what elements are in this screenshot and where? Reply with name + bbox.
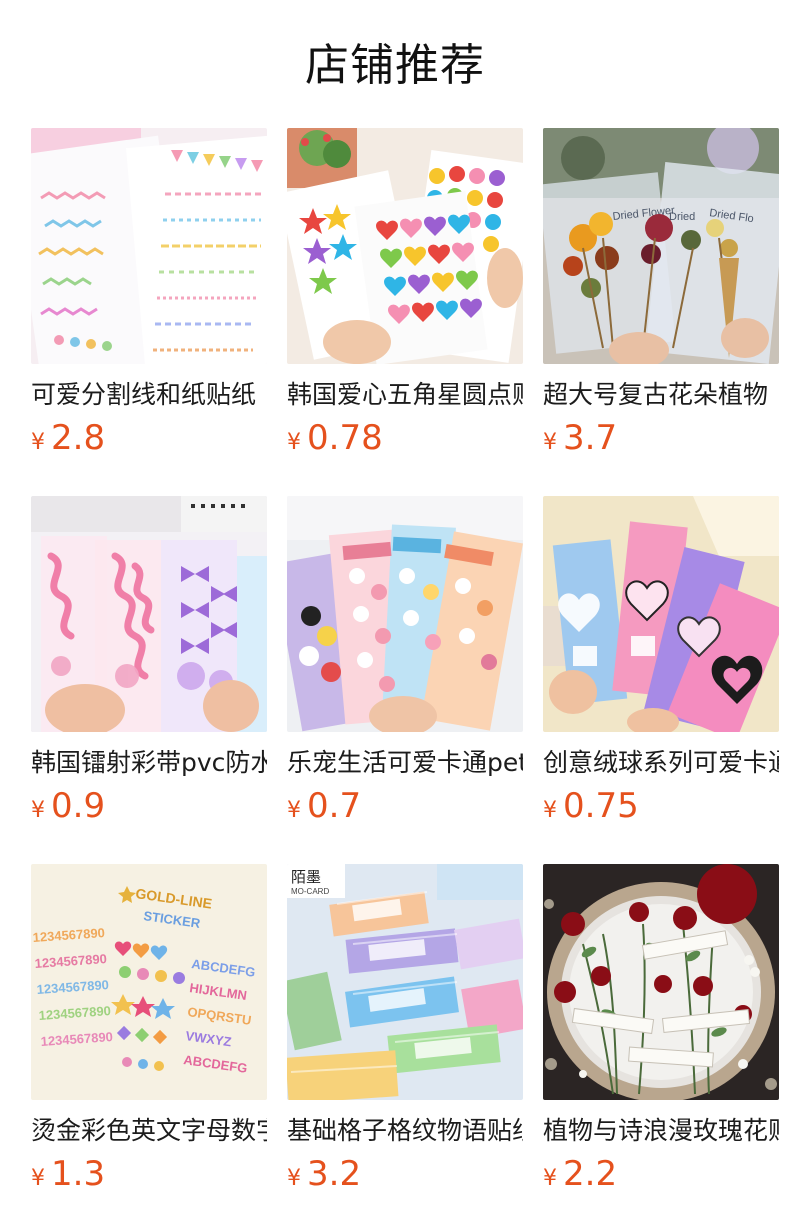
product-name[interactable]: 创意绒球系列可爱卡通贴纸 <box>543 746 779 780</box>
price-amount: 3.7 <box>563 418 618 458</box>
product-card[interactable]: 可爱分割线和纸贴纸 ¥2.8 <box>31 128 267 496</box>
product-grid: 可爱分割线和纸贴纸 ¥2.8 韩国爱心五角星圆点 ¥ 0.78 Dried Fl… <box>31 128 779 1232</box>
price-amount: 3.2 <box>307 1154 362 1194</box>
svg-text:陌墨: 陌墨 <box>291 868 321 886</box>
price-amount: 0.7 <box>307 786 362 826</box>
product-price: ¥2.2 <box>543 1154 779 1194</box>
svg-text:Dried: Dried <box>669 211 695 223</box>
svg-text:MO-CARD: MO-CARD <box>291 887 329 896</box>
product-name[interactable]: 烫金彩色英文字母数字贴纸 <box>31 1114 267 1148</box>
currency-symbol: ¥ <box>543 798 557 823</box>
product-name[interactable]: 韩国爱心五角星圆点贴纸 <box>287 378 523 412</box>
product-name[interactable]: 可爱分割线和纸贴纸 <box>31 378 267 412</box>
product-card[interactable]: GOLD-LINE STICKER 1234567890 1234567890 … <box>31 864 267 1232</box>
product-image[interactable] <box>543 496 779 732</box>
product-name[interactable]: 基础格子格纹物语贴纸 <box>287 1114 523 1148</box>
price-amount: 0.78 <box>307 418 383 458</box>
product-image[interactable] <box>287 496 523 732</box>
store-recommendations-page: 店铺推荐 可爱分割线和纸贴纸 ¥ 2.8 韩国爱心五角星圆点 ¥ 0.78 Dr… <box>0 0 790 1232</box>
product-card[interactable]: 创意绒球系列可爱卡通贴纸 ¥0.75 <box>543 496 779 864</box>
currency-symbol: ¥ <box>543 430 557 455</box>
product-image[interactable] <box>543 864 779 1100</box>
currency-symbol: ¥ <box>287 798 301 823</box>
product-image[interactable] <box>31 128 267 364</box>
currency-symbol: ¥ <box>287 1166 301 1191</box>
product-price: ¥3.7 <box>543 418 779 458</box>
product-name[interactable]: 乐宠生活可爱卡通pet贴纸 <box>287 746 523 780</box>
currency-symbol: ¥ <box>31 430 45 455</box>
product-image[interactable]: Dried Flower Dried Dried Flo <box>543 128 779 364</box>
product-price: ¥0.9 <box>31 786 267 826</box>
product-card[interactable]: 乐宠生活可爱卡通pet贴纸 ¥0.7 <box>287 496 523 864</box>
currency-symbol: ¥ <box>31 1166 45 1191</box>
price-amount: 2.2 <box>563 1154 618 1194</box>
product-price: ¥0.75 <box>543 786 779 826</box>
product-price: ¥0.78 <box>287 418 523 458</box>
product-price: ¥2.8 <box>31 418 267 458</box>
product-card[interactable]: 植物与诗浪漫玫瑰花贴纸 ¥2.2 <box>543 864 779 1232</box>
currency-symbol: ¥ <box>31 798 45 823</box>
product-price: ¥0.7 <box>287 786 523 826</box>
price-amount: 0.75 <box>563 786 639 826</box>
product-name[interactable]: 超大号复古花朵植物 <box>543 378 779 412</box>
product-image[interactable] <box>287 128 523 364</box>
product-name[interactable]: 植物与诗浪漫玫瑰花贴纸 <box>543 1114 779 1148</box>
product-image[interactable]: GOLD-LINE STICKER 1234567890 1234567890 … <box>31 864 267 1100</box>
currency-symbol: ¥ <box>543 1166 557 1191</box>
product-image[interactable] <box>31 496 267 732</box>
product-card[interactable]: 韩国爱心五角星圆点贴纸 ¥0.78 <box>287 128 523 496</box>
product-card[interactable]: 韩国镭射彩带pvc防水贴纸 ¥0.9 <box>31 496 267 864</box>
currency-symbol: ¥ <box>287 430 301 455</box>
product-price: ¥1.3 <box>31 1154 267 1194</box>
price-amount: 2.8 <box>51 418 106 458</box>
price-amount: 0.9 <box>51 786 106 826</box>
product-name[interactable]: 韩国镭射彩带pvc防水贴纸 <box>31 746 267 780</box>
price-amount: 1.3 <box>51 1154 106 1194</box>
product-price: ¥3.2 <box>287 1154 523 1194</box>
product-card[interactable]: Dried Flower Dried Dried Flo 超大号复古花朵植物 ¥… <box>543 128 779 496</box>
section-title: 店铺推荐 <box>305 40 485 91</box>
product-card[interactable]: 陌墨 MO-CARD 基础格子格纹物语贴纸 ¥ 3.2 <box>287 864 523 1232</box>
product-image[interactable]: 陌墨 MO-CARD <box>287 864 523 1100</box>
